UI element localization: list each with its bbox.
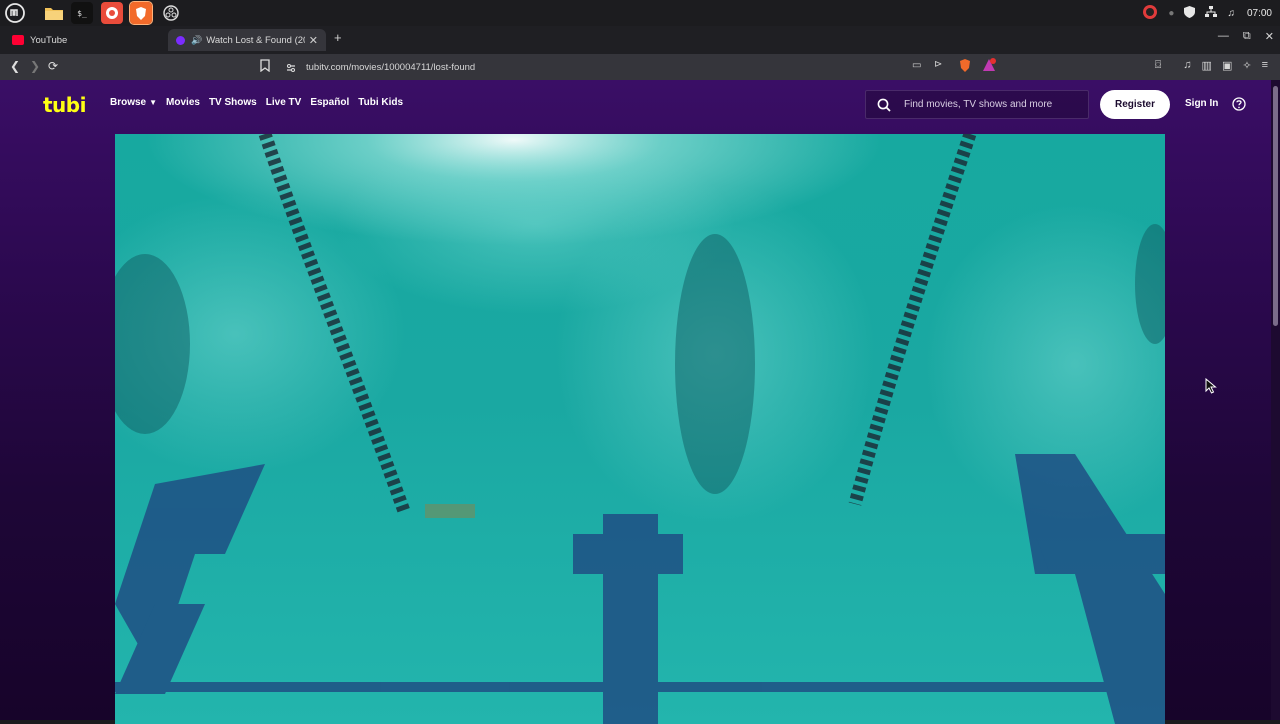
update-shield-icon[interactable]	[1142, 4, 1158, 23]
forward-icon[interactable]: ❯	[30, 59, 40, 73]
indicator-dot-icon[interactable]: ●	[1168, 8, 1174, 19]
new-tab-icon[interactable]: +	[334, 30, 342, 45]
nav-live-tv[interactable]: Live TV	[266, 97, 302, 108]
nav-browse-label: Browse	[110, 97, 147, 108]
search-placeholder: Find movies, TV shows and more	[904, 99, 1053, 110]
chevron-down-icon: ▼	[149, 98, 158, 107]
maximize-icon[interactable]: ⧉	[1243, 30, 1251, 43]
tab-title: Watch Lost & Found (2017	[206, 34, 305, 46]
tubi-logo[interactable]: tubi	[43, 93, 86, 117]
close-tab-icon[interactable]: ✕	[309, 34, 318, 47]
main-nav: Browse ▼ Movies TV Shows Live TV Español…	[110, 97, 403, 108]
terminal-icon[interactable]: $_	[71, 2, 93, 24]
youtube-favicon-icon	[12, 35, 24, 45]
os-taskbar: $_ ● ♫ 07:00	[0, 0, 1280, 26]
nav-tv-shows[interactable]: TV Shows	[209, 97, 257, 108]
sign-in-link[interactable]: Sign In	[1185, 98, 1218, 109]
files-icon[interactable]	[43, 2, 65, 24]
back-icon[interactable]: ❮	[10, 59, 20, 73]
wallet-icon[interactable]: ▣	[1222, 59, 1232, 72]
reload-icon[interactable]: ⟳	[48, 59, 58, 73]
tab-title: YouTube	[30, 34, 68, 46]
send-icon[interactable]: ⊳	[934, 59, 942, 70]
nav-tubi-kids[interactable]: Tubi Kids	[358, 97, 403, 108]
minimize-icon[interactable]: —	[1218, 30, 1229, 43]
browser-toolbar: ❮ ❯ ⟳ tubitv.com/movies/100004711/lost-f…	[0, 54, 1280, 80]
sidebar-icon[interactable]: ▥	[1202, 59, 1212, 72]
bookmark-icon[interactable]	[260, 59, 270, 77]
search-icon	[877, 98, 891, 117]
window-controls: — ⧉ ✕	[1218, 30, 1274, 43]
tubi-page: tubi Browse ▼ Movies TV Shows Live TV Es…	[0, 80, 1280, 724]
brave-icon[interactable]	[129, 1, 153, 25]
media-icon[interactable]: ♫	[1183, 59, 1191, 72]
tab-youtube[interactable]: YouTube	[4, 29, 164, 51]
mouse-cursor-icon	[1205, 377, 1217, 399]
scrollbar-thumb[interactable]	[1273, 86, 1278, 326]
url-text: tubitv.com/movies/100004711/lost-found	[306, 61, 476, 73]
address-bar[interactable]: tubitv.com/movies/100004711/lost-found ▭…	[256, 57, 1002, 77]
video-player[interactable]	[115, 134, 1165, 724]
system-tray: ● ♫ 07:00	[1142, 0, 1272, 26]
close-window-icon[interactable]: ✕	[1265, 30, 1274, 43]
nav-movies[interactable]: Movies	[166, 97, 200, 108]
shield-icon[interactable]	[1184, 5, 1196, 21]
nav-browse[interactable]: Browse ▼	[110, 97, 157, 108]
clock[interactable]: 07:00	[1247, 8, 1272, 19]
browser-tab-bar: YouTube 🔊 Watch Lost & Found (2017 ✕	[0, 26, 1280, 54]
network-icon[interactable]	[1205, 5, 1218, 21]
search-input[interactable]: Find movies, TV shows and more	[865, 90, 1089, 119]
brave-rewards-icon[interactable]	[982, 58, 996, 77]
vivaldi-icon[interactable]	[101, 2, 123, 24]
screenshot-icon[interactable]: ⌼	[1155, 59, 1162, 72]
audio-playing-icon[interactable]: 🔊	[191, 35, 202, 46]
tubi-favicon-icon	[176, 35, 185, 45]
leo-ai-icon[interactable]: ✧	[1242, 59, 1251, 72]
obs-icon[interactable]	[160, 2, 182, 24]
cast-icon[interactable]: ▭	[912, 60, 921, 71]
help-icon[interactable]	[1232, 97, 1246, 111]
mint-menu-icon[interactable]	[4, 2, 26, 24]
nav-espanol[interactable]: Español	[310, 97, 349, 108]
site-header: tubi Browse ▼ Movies TV Shows Live TV Es…	[0, 80, 1280, 128]
toolbar-right: ⌼ ♫ ▥ ▣ ✧ ≡	[1155, 59, 1268, 72]
brave-shields-icon[interactable]	[958, 58, 972, 79]
music-note-icon[interactable]: ♫	[1227, 8, 1235, 19]
video-frame-image	[115, 134, 1165, 724]
site-settings-icon[interactable]	[286, 60, 296, 78]
page-scrollbar[interactable]	[1271, 80, 1280, 720]
menu-icon[interactable]: ≡	[1262, 59, 1268, 72]
tab-tubi[interactable]: 🔊 Watch Lost & Found (2017 ✕	[168, 29, 326, 51]
register-button[interactable]: Register	[1100, 90, 1170, 119]
